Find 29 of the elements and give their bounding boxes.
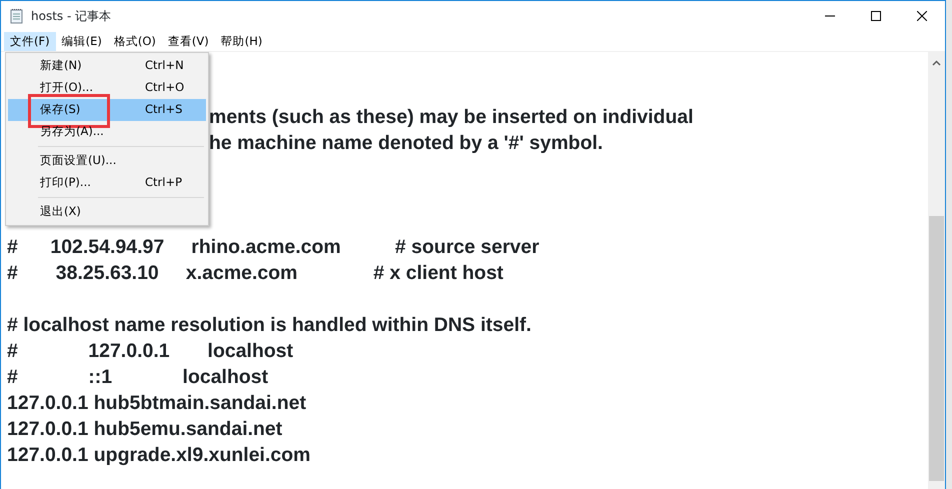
text-line: 127.0.0.1 upgrade.xl9.xunlei.com	[7, 444, 310, 466]
text-line: # 127.0.0.1 localhost	[7, 340, 294, 362]
menu-item[interactable]: 新建(N) Ctrl+N	[8, 55, 206, 77]
menu-item[interactable]: 查看(V)	[162, 32, 215, 50]
menu-item[interactable]: 帮助(H)	[214, 32, 268, 50]
text-line: 127.0.0.1 hub5btmain.sandai.net	[7, 392, 306, 414]
scrollbar[interactable]	[928, 52, 945, 489]
close-icon	[917, 11, 927, 21]
menu-item[interactable]: 保存(S) Ctrl+S	[8, 99, 206, 121]
menu-item[interactable]: 文件(F)	[4, 32, 56, 50]
menu-item[interactable]: 退出(X)	[8, 201, 206, 223]
text-line: ments (such as these) may be inserted on individual	[209, 106, 694, 128]
menu-item[interactable]: 格式(O)	[108, 32, 162, 50]
scroll-up-icon[interactable]	[932, 60, 941, 66]
menu-item[interactable]: 编辑(E)	[56, 32, 108, 50]
scrollbar-thumb[interactable]	[929, 216, 944, 481]
maximize-icon	[871, 11, 881, 21]
menu-item[interactable]: 页面设置(U)...	[8, 150, 206, 172]
menu-item[interactable]: 另存为(A)...	[8, 121, 206, 143]
menu-item[interactable]: 打开(O)... Ctrl+O	[8, 77, 206, 99]
text-line: # 38.25.63.10 x.acme.com # x client host	[7, 262, 504, 284]
text-line: # localhost name resolution is handled within DNS itself.	[7, 314, 532, 336]
window-title: hosts - 记事本	[31, 8, 112, 25]
menu-item[interactable]: 打印(P)... Ctrl+P	[8, 172, 206, 194]
text-line: # ::1 localhost	[7, 366, 268, 388]
text-line: he machine name denoted by a '#' symbol.	[209, 132, 603, 154]
text-line: 127.0.0.1 hub5emu.sandai.net	[7, 418, 282, 440]
text-line: # 102.54.94.97 rhino.acme.com # source server	[7, 236, 540, 258]
notepad-icon	[9, 8, 25, 24]
